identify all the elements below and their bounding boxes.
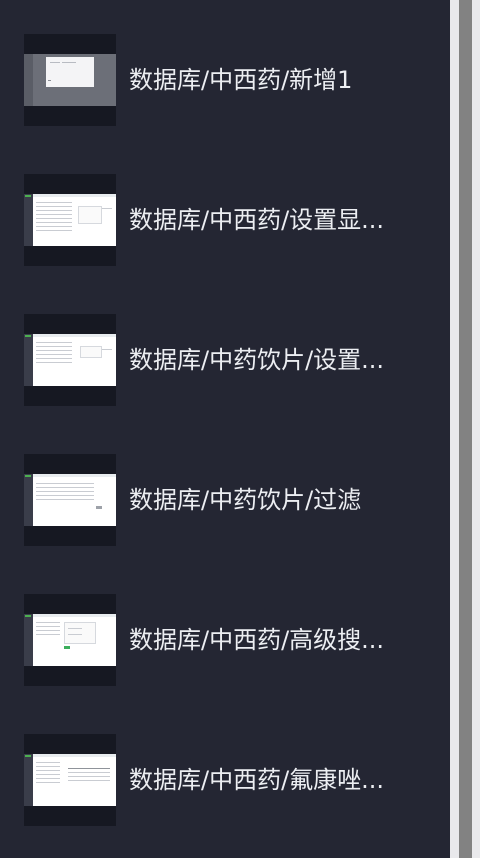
item-thumbnail: [24, 34, 116, 126]
item-label: 数据库/中西药/设置显...: [129, 206, 385, 234]
item-label: 数据库/中西药/新增1: [129, 66, 353, 94]
item-thumbnail: [24, 594, 116, 686]
list-item[interactable]: 数据库/中西药/氟康唑...: [0, 734, 450, 826]
item-thumbnail: [24, 314, 116, 406]
thumbnail-screenshot: [24, 334, 116, 386]
item-thumbnail: [24, 174, 116, 266]
recording-list-panel: 数据库/中西药/新增1 数据库/中西药/设置显... 数据库/中药饮片/设置..…: [0, 0, 450, 858]
list-item[interactable]: 数据库/中西药/设置显...: [0, 174, 450, 266]
list-item[interactable]: 数据库/中西药/新增1: [0, 34, 450, 126]
thumbnail-screenshot: [24, 54, 116, 106]
thumbnail-screenshot: [24, 474, 116, 526]
list-item[interactable]: 数据库/中西药/高级搜...: [0, 594, 450, 686]
list-item[interactable]: 数据库/中药饮片/设置...: [0, 314, 450, 406]
item-label: 数据库/中药饮片/过滤: [129, 486, 362, 514]
item-thumbnail: [24, 734, 116, 826]
thumbnail-screenshot: [24, 614, 116, 666]
item-label: 数据库/中药饮片/设置...: [129, 346, 385, 374]
item-thumbnail: [24, 454, 116, 546]
item-label: 数据库/中西药/氟康唑...: [129, 766, 385, 794]
scrollbar-thumb[interactable]: [459, 0, 472, 858]
item-label: 数据库/中西药/高级搜...: [129, 626, 385, 654]
thumbnail-screenshot: [24, 194, 116, 246]
list-item[interactable]: 数据库/中药饮片/过滤: [0, 454, 450, 546]
thumbnail-screenshot: [24, 754, 116, 806]
